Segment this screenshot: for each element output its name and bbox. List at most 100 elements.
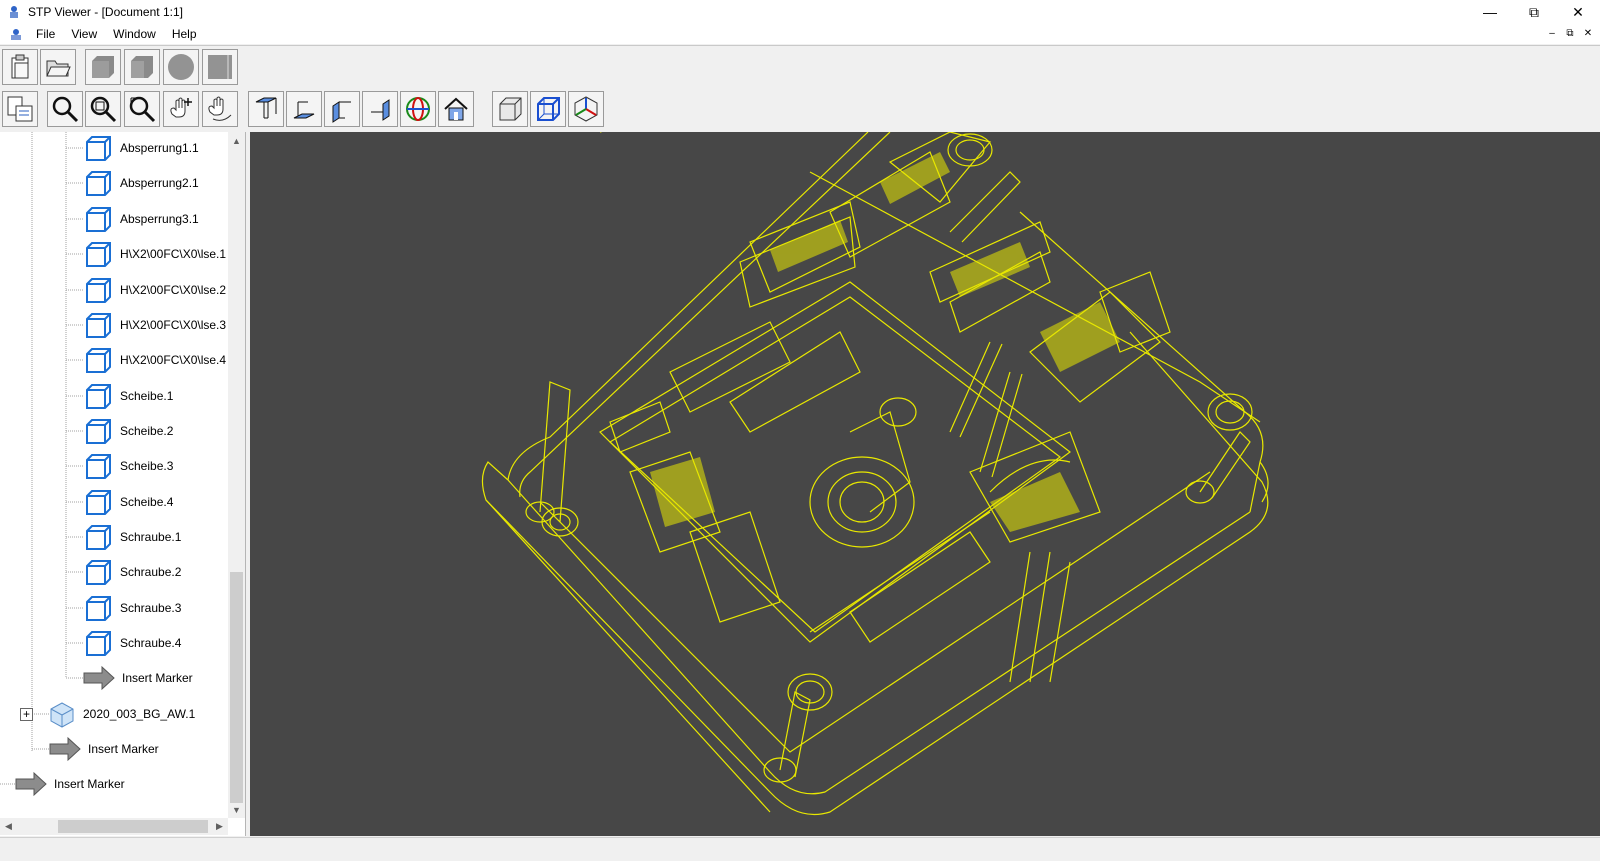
tree-item[interactable]: H\X2\00FC\X0\lse.1 (84, 236, 226, 272)
tree-vertical-scrollbar[interactable]: ▲ ▼ (228, 132, 245, 818)
tree-item-label: Insert Marker (54, 777, 125, 791)
menu-file[interactable]: File (28, 27, 63, 41)
tree-item[interactable]: Scheibe.2 (84, 413, 173, 449)
zoom-window-button[interactable] (85, 91, 121, 127)
zoom-button[interactable] (47, 91, 83, 127)
tree-item-insert-marker[interactable]: Insert Marker (48, 731, 159, 767)
status-bar (0, 837, 1600, 861)
tree-toggle-button[interactable] (2, 91, 38, 127)
mdi-close-button[interactable]: ✕ (1580, 26, 1596, 40)
view-top-button[interactable] (248, 91, 284, 127)
part-cube-icon (86, 631, 111, 656)
tree-item-label: Insert Marker (122, 671, 193, 685)
view-bottom-button[interactable] (286, 91, 322, 127)
shaded-cylinder-button[interactable] (124, 49, 160, 85)
menu-view[interactable]: View (63, 27, 105, 41)
shaded-sphere-button[interactable] (163, 49, 199, 85)
assembly-icon (50, 702, 74, 728)
tree-item-insert-marker[interactable]: Insert Marker (82, 660, 193, 696)
view-top-icon (255, 97, 277, 119)
scroll-thumb[interactable] (230, 572, 243, 803)
tree-item[interactable]: Schraube.2 (84, 554, 181, 590)
part-cube-icon (86, 490, 111, 515)
expand-toggle[interactable]: + (20, 707, 33, 721)
arrow-right-icon (49, 736, 81, 762)
zoom-fit-button[interactable] (124, 91, 160, 127)
scroll-up-arrow[interactable]: ▲ (228, 132, 245, 149)
part-cube-icon (86, 596, 111, 621)
clipboard-icon (11, 54, 29, 79)
tree-item-label: H\X2\00FC\X0\lse.1 (120, 247, 227, 261)
wireframe-mode-button[interactable] (530, 91, 566, 127)
tree-item[interactable]: Schraube.4 (84, 625, 181, 661)
tree-item[interactable]: H\X2\00FC\X0\lse.4 (84, 342, 226, 378)
open-button[interactable] (40, 49, 76, 85)
view-left-icon (332, 101, 351, 123)
rotate-button[interactable] (202, 91, 238, 127)
view-home-button[interactable] (438, 91, 474, 127)
tree-item[interactable]: Scheibe.1 (84, 378, 173, 414)
mdi-minimize-button[interactable]: – (1544, 26, 1560, 40)
home-icon (444, 97, 468, 121)
scroll-right-arrow[interactable]: ▶ (211, 818, 228, 835)
tree-item[interactable]: Schraube.1 (84, 519, 181, 555)
cube-wireframe-icon (537, 97, 560, 121)
view-right-button[interactable] (362, 91, 398, 127)
tree-item-label: Absperrung3.1 (120, 212, 199, 226)
tree-item[interactable]: Absperrung2.1 (84, 165, 199, 201)
menu-help[interactable]: Help (164, 27, 205, 41)
scroll-left-arrow[interactable]: ◀ (0, 818, 17, 835)
pan-button[interactable] (163, 91, 199, 127)
tree-item-label: Schraube.2 (120, 565, 182, 579)
minimize-button[interactable]: — (1468, 0, 1512, 24)
tree-item[interactable]: H\X2\00FC\X0\lse.3 (84, 307, 226, 343)
arrow-right-icon (15, 771, 47, 797)
shaded-plane-button[interactable] (202, 49, 238, 85)
view-toolbar (0, 88, 1600, 131)
tree-item[interactable]: H\X2\00FC\X0\lse.2 (84, 272, 226, 308)
box-shaded-icon (92, 56, 114, 78)
part-cube-icon (86, 242, 111, 267)
restore-button[interactable]: ⧉ (1512, 0, 1556, 24)
plane-icon (208, 55, 232, 79)
app-icon (10, 6, 18, 18)
document-icon[interactable] (8, 26, 24, 42)
part-cube-icon (86, 136, 111, 161)
tree-item-assembly[interactable]: + 2020_003_BG_AW.1 (20, 696, 195, 732)
part-cube-icon (86, 313, 111, 338)
tree-item[interactable]: Absperrung3.1 (84, 201, 199, 237)
view-orbit-button[interactable] (400, 91, 436, 127)
paste-button[interactable] (2, 49, 38, 85)
part-cube-icon (86, 560, 111, 585)
scroll-thumb[interactable] (58, 820, 208, 833)
shaded-box-button[interactable] (85, 49, 121, 85)
tree-item[interactable]: Scheibe.3 (84, 448, 173, 484)
part-cube-icon (86, 525, 111, 550)
tree-item-label: Scheibe.3 (120, 459, 174, 473)
mdi-restore-button[interactable]: ⧉ (1562, 26, 1578, 40)
tree-item[interactable]: Schraube.3 (84, 590, 181, 626)
tree-horizontal-scrollbar[interactable]: ◀ ▶ (0, 818, 228, 835)
menu-bar: File View Window Help (0, 24, 1600, 44)
3d-viewport[interactable] (250, 132, 1600, 836)
tree-item[interactable]: Scheibe.4 (84, 484, 173, 520)
menu-window[interactable]: Window (105, 27, 164, 41)
part-cube-icon (86, 278, 111, 303)
axes-button[interactable] (568, 91, 604, 127)
tree-item[interactable]: Absperrung1.1 (84, 132, 199, 166)
tree-item-insert-marker[interactable]: Insert Marker (14, 766, 125, 802)
rotate-hand-icon (208, 96, 232, 121)
view-left-button[interactable] (324, 91, 360, 127)
tree-item-label: Schraube.3 (120, 601, 182, 615)
document-tree-icon (7, 96, 33, 122)
shaded-mode-button[interactable] (492, 91, 528, 127)
pan-hand-icon (170, 97, 192, 118)
main-toolbar (0, 45, 1600, 89)
wireframe-model (481, 132, 1269, 816)
folder-open-icon (46, 60, 71, 77)
scroll-down-arrow[interactable]: ▼ (228, 801, 245, 818)
close-button[interactable]: ✕ (1556, 0, 1600, 24)
tree-item-label: Absperrung2.1 (120, 176, 199, 190)
box-shaded-alt-icon (131, 56, 153, 78)
tree-item-label: H\X2\00FC\X0\lse.4 (120, 353, 227, 367)
